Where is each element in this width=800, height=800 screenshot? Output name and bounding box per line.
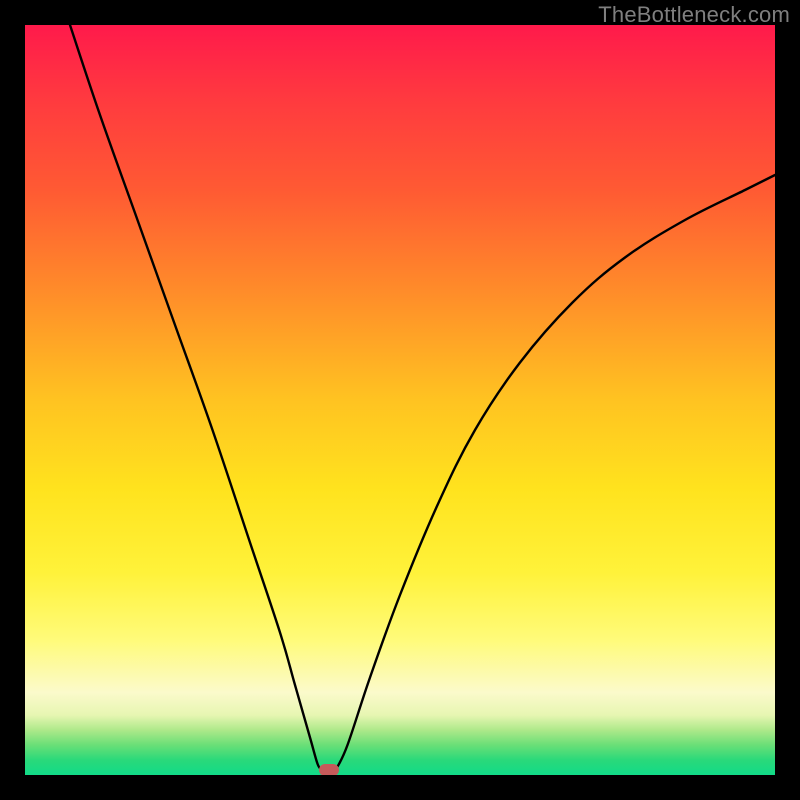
chart-frame: TheBottleneck.com: [0, 0, 800, 800]
bottleneck-curve: [25, 25, 775, 775]
minimum-marker: [319, 764, 339, 775]
plot-area: [25, 25, 775, 775]
